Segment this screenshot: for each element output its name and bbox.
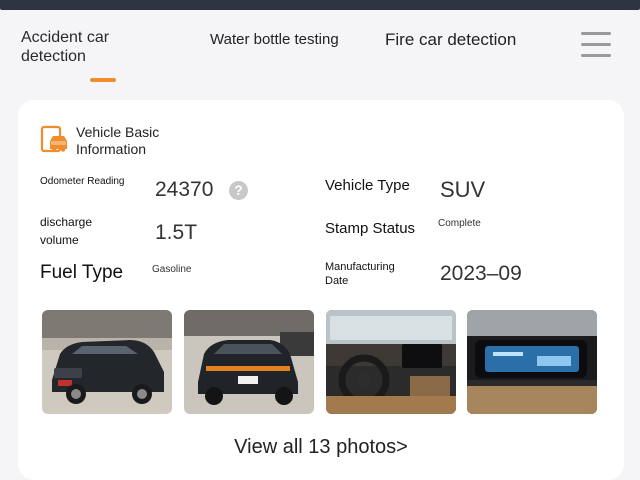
vehicle-info-card: Vehicle Basic Information Odometer Readi…	[18, 100, 624, 480]
fuel-type-label: Fuel Type	[40, 262, 124, 283]
fuel-type-value: Gasoline	[152, 264, 192, 275]
stamp-status-value: Complete	[438, 218, 481, 229]
odometer-value: 24370	[155, 178, 214, 201]
car-rear-photo[interactable]	[184, 310, 314, 414]
stamp-status-label: Stamp Status	[325, 220, 416, 237]
discharge-volume-value: 1.5T	[155, 221, 198, 244]
view-all-photos-link[interactable]: View all 13 photos>	[18, 436, 624, 459]
manufacturing-date-label: Manufacturing Date	[325, 261, 395, 287]
discharge-volume-label: discharge volume	[40, 215, 93, 247]
photo-gallery	[42, 310, 602, 414]
status-bar	[0, 0, 640, 10]
car-dashboard-photo[interactable]	[467, 310, 597, 414]
vehicle-type-label: Vehicle Type	[325, 177, 410, 194]
section-title: Vehicle Basic Information	[76, 124, 160, 157]
vehicle-type-value: SUV	[440, 177, 486, 202]
car-front-photo[interactable]	[42, 310, 172, 414]
tab-accident-car-detection[interactable]: Accident car detection	[21, 28, 131, 66]
car-interior-photo[interactable]	[326, 310, 456, 414]
active-tab-indicator	[90, 78, 116, 82]
tab-water-bottle-testing[interactable]: Water bottle testing	[210, 30, 339, 49]
odometer-label: Odometer Reading	[40, 176, 125, 187]
manufacturing-date-value: 2023–09	[440, 262, 522, 285]
tab-fire-car-detection[interactable]: Fire car detection	[385, 30, 516, 49]
hamburger-menu-icon[interactable]	[578, 30, 614, 60]
car-document-icon	[40, 125, 67, 153]
question-icon[interactable]: ?	[229, 181, 248, 200]
